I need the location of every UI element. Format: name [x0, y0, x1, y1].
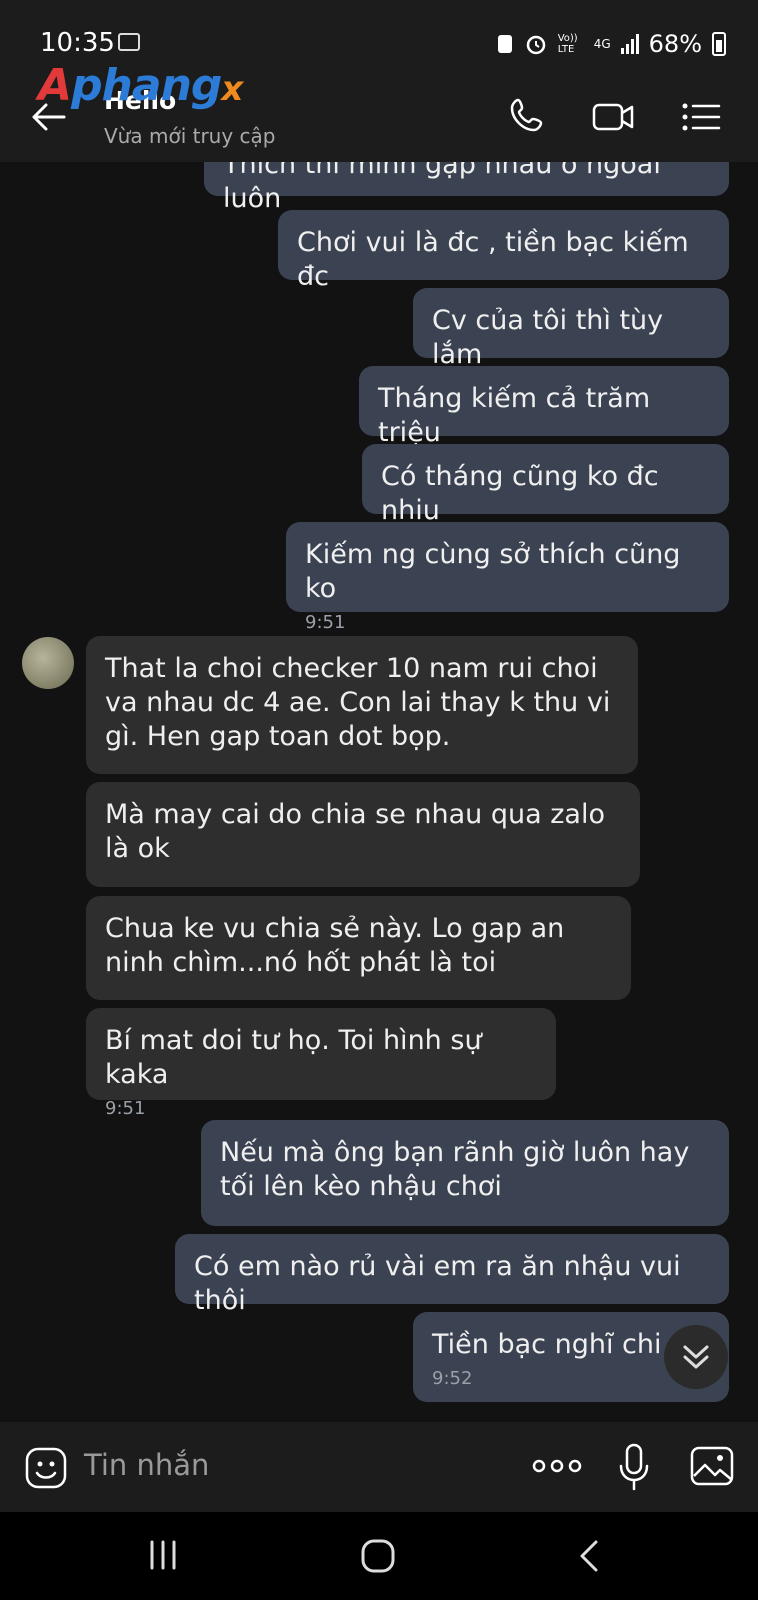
message-bubble-sent[interactable]: Có em nào rủ vài em ra ăn nhậu vui thôi — [175, 1234, 729, 1316]
message-bubble-sent[interactable]: Cv của tôi thì tùy lắm — [413, 288, 729, 370]
status-time: 10:35 — [40, 28, 115, 58]
message-text: Bí mat doi tư họ. Toi hình sự kaka — [105, 1025, 482, 1090]
double-chevron-down-icon — [683, 1345, 709, 1369]
message-text: Nếu mà ông bạn rãnh giờ luôn hay tối lên… — [220, 1137, 690, 1202]
message-bubble-received[interactable]: Chua ke vu chia sẻ này. Lo gap an ninh c… — [86, 896, 631, 1000]
battery-icon — [712, 32, 726, 56]
message-input[interactable]: Tin nhắn — [84, 1448, 209, 1482]
message-bubble-received[interactable]: Mà may cai do chia se nhau qua zalo là o… — [86, 782, 640, 887]
message-text: Mà may cai do chia se nhau qua zalo là o… — [105, 799, 605, 864]
message-text: Cv của tôi thì tùy lắm — [432, 305, 664, 370]
sticker-emoji-icon[interactable] — [24, 1446, 68, 1490]
message-text: Thích thì mình gặp nhau ở ngoài luôn — [223, 162, 661, 214]
message-bubble-sent[interactable]: Tháng kiếm cả trăm triệu — [359, 366, 729, 448]
message-text: Chua ke vu chia sẻ này. Lo gap an ninh c… — [105, 913, 565, 978]
recycle-icon — [497, 35, 512, 53]
message-bubble-sent[interactable]: Thích thì mình gặp nhau ở ngoài luôn — [204, 162, 729, 214]
microphone-icon[interactable] — [618, 1442, 650, 1492]
alarm-icon — [526, 35, 545, 55]
message-bubble-sent[interactable]: Có tháng cũng ko đc nhiu — [362, 444, 729, 526]
watermark-logo: Aphangx — [38, 60, 243, 111]
home-icon[interactable] — [360, 1538, 396, 1574]
contact-status: Vừa mới truy cập — [104, 124, 276, 148]
system-navigation-bar — [0, 1512, 758, 1600]
message-bubble-received[interactable]: That la choi checker 10 nam rui choi va … — [86, 636, 638, 774]
message-text: Có em nào rủ vài em ra ăn nhậu vui thôi — [194, 1251, 681, 1316]
battery-percent: 68% — [648, 30, 702, 58]
volte-label: Vo)) LTE — [557, 33, 578, 55]
recent-apps-icon[interactable] — [146, 1538, 180, 1572]
phone-icon[interactable] — [506, 94, 552, 140]
message-text: Kiếm ng cùng sở thích cũng ko — [305, 539, 681, 604]
message-list[interactable]: Thích thì mình gặp nhau ở ngoài luôn Chơ… — [0, 162, 758, 1422]
message-text: Có tháng cũng ko đc nhiu — [381, 461, 659, 526]
message-text: Chơi vui là đc , tiền bạc kiếm đc — [297, 227, 689, 292]
message-composer: Tin nhắn — [0, 1422, 758, 1512]
message-bubble-sent[interactable]: Chơi vui là đc , tiền bạc kiếm đc — [278, 210, 729, 292]
video-call-icon[interactable] — [590, 94, 636, 140]
scroll-to-bottom-button[interactable] — [664, 1325, 728, 1389]
back-nav-icon[interactable] — [576, 1538, 602, 1574]
status-icons: Vo)) LTE 4G 68% — [496, 30, 726, 58]
message-text: Tháng kiếm cả trăm triệu — [378, 383, 651, 448]
signal-icon — [620, 34, 639, 54]
more-options-icon[interactable] — [532, 1456, 582, 1476]
message-text: Tiền bạc nghĩ chi n — [432, 1329, 688, 1360]
message-text: That la choi checker 10 nam rui choi va … — [105, 653, 611, 752]
network-label: 4G — [593, 37, 611, 51]
menu-list-icon[interactable] — [678, 94, 724, 140]
image-gallery-icon[interactable] — [690, 1446, 734, 1486]
gallery-notification-icon — [118, 33, 140, 51]
contact-avatar[interactable] — [22, 637, 74, 689]
message-time: 9:51 — [105, 1098, 146, 1119]
message-bubble-received[interactable]: Bí mat doi tư họ. Toi hình sự kaka 9:51 — [86, 1008, 556, 1119]
message-bubble-sent[interactable]: Nếu mà ông bạn rãnh giờ luôn hay tối lên… — [201, 1120, 729, 1226]
message-bubble-sent[interactable]: Kiếm ng cùng sở thích cũng ko 9:51 — [286, 522, 729, 633]
message-time: 9:51 — [305, 612, 346, 633]
